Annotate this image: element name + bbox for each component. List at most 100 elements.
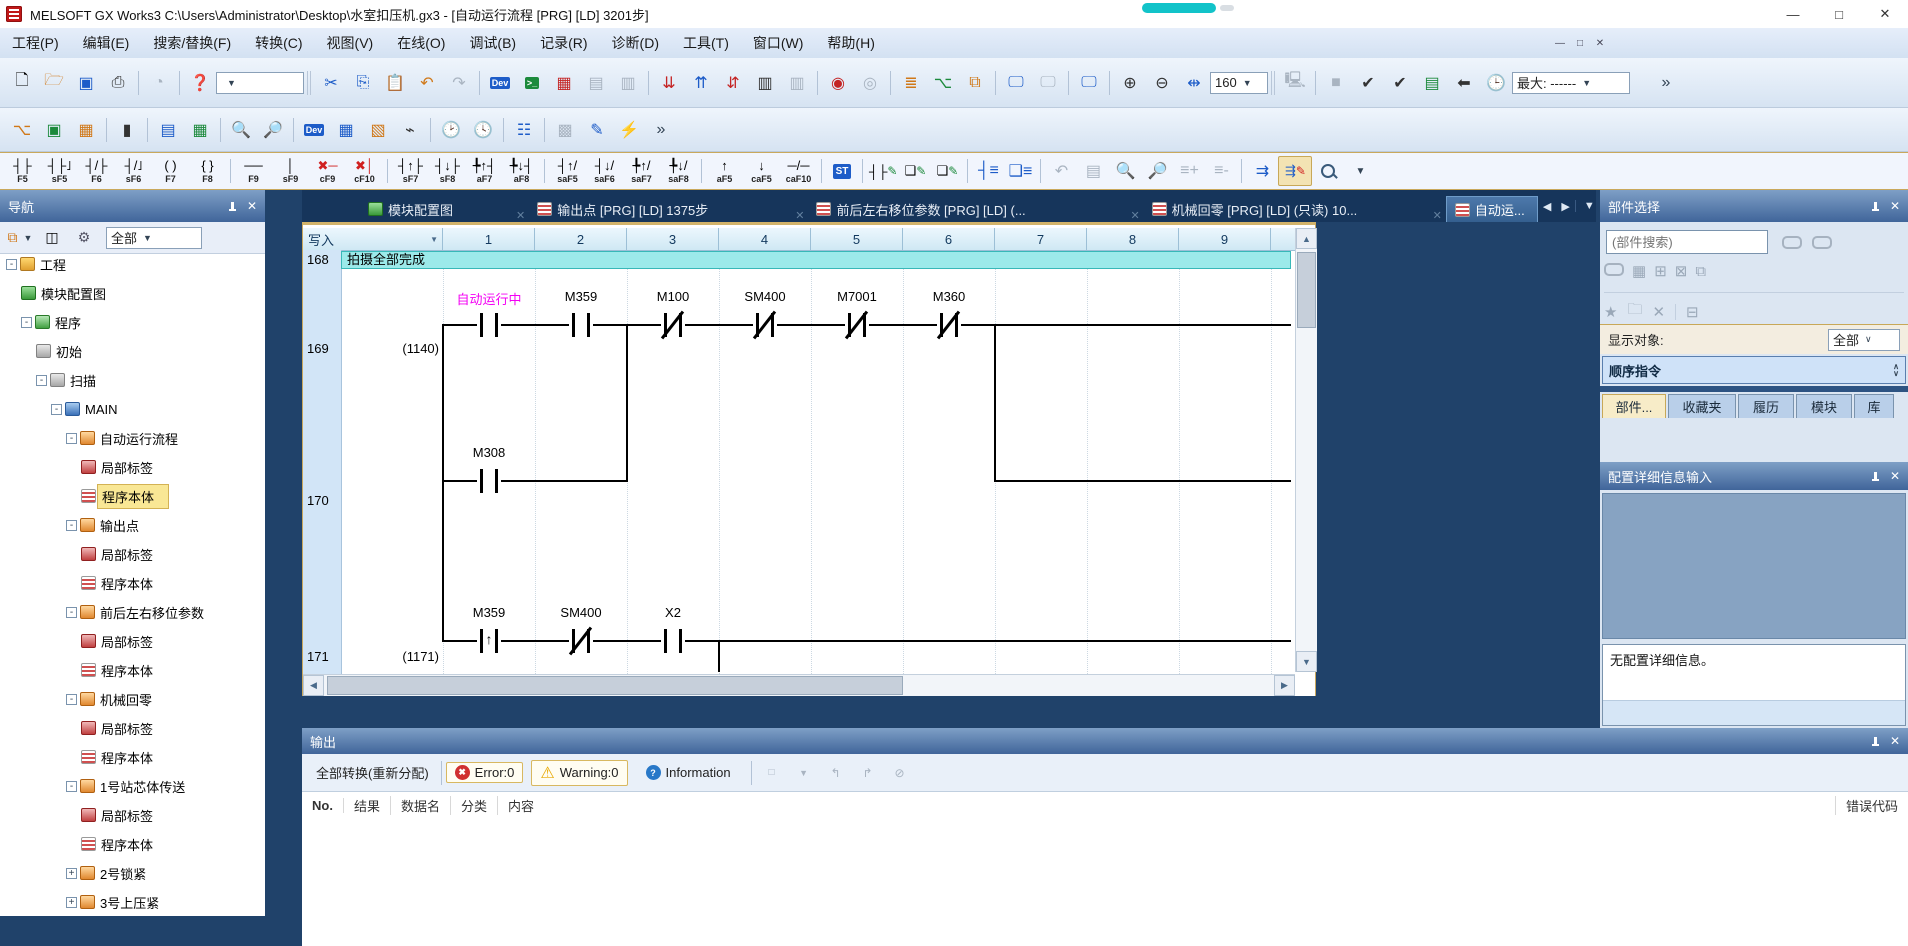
open-project-icon[interactable]: 🗁 xyxy=(38,69,70,97)
contact-label[interactable]: M100 xyxy=(657,289,690,304)
close-branch-button[interactable]: ┤/˩sF6 xyxy=(115,154,152,188)
check-parameter-icon[interactable]: ✔ xyxy=(1384,69,1416,97)
tab-output-point[interactable]: 输出点 [PRG] [LD] 1375步 xyxy=(529,196,791,222)
window-cascade-icon[interactable]: ⧉ xyxy=(959,69,991,97)
expand-toggle[interactable]: - xyxy=(66,781,77,792)
max-step-combo[interactable]: 最大: ------ ▼ xyxy=(1512,72,1630,94)
save-project-icon[interactable]: ▣ xyxy=(70,69,102,97)
contact-label[interactable]: M308 xyxy=(473,445,506,460)
instruction-category-row[interactable]: 顺序指令 ∧∨ xyxy=(1602,356,1906,384)
hex-edit-icon[interactable]: ▦ xyxy=(70,116,102,144)
pulse-not-up-branch-button[interactable]: ╄↑/saF7 xyxy=(623,154,660,188)
expand-toggle[interactable]: - xyxy=(36,375,47,386)
expand-toggle[interactable]: - xyxy=(6,259,17,270)
contact-label[interactable]: M359 xyxy=(473,605,506,620)
menu-project[interactable]: 工程(P) xyxy=(0,28,71,58)
nc-contact[interactable] xyxy=(569,627,593,655)
tab-close-icon[interactable]: ✕ xyxy=(1130,209,1139,222)
no-contact[interactable] xyxy=(477,467,501,495)
zoom-out-icon[interactable]: ⊖ xyxy=(1146,69,1178,97)
contact-label[interactable]: X2 xyxy=(665,605,681,620)
tab-history[interactable]: 履历 xyxy=(1738,394,1794,418)
monitor-stop-icon[interactable]: ◎ xyxy=(854,69,886,97)
clear-output-icon[interactable]: ⊘ xyxy=(884,759,916,787)
folder-icon[interactable]: 🗀 xyxy=(1627,299,1642,324)
delete-icon[interactable]: ✕ xyxy=(1652,303,1665,321)
find-replace-icon[interactable]: 🔎 xyxy=(257,116,289,144)
offline-icon[interactable]: ▩ xyxy=(549,116,581,144)
pulse-not-up-button[interactable]: ┤↑/saF5 xyxy=(549,154,586,188)
statement-list-icon[interactable]: ❑≡ xyxy=(1004,157,1036,185)
vertical-scrollbar[interactable]: ▲ ▼ xyxy=(1295,228,1317,672)
scroll-right-icon[interactable]: ▶ xyxy=(1274,675,1295,696)
find-prev-icon[interactable] xyxy=(1812,236,1832,254)
contact-label[interactable]: M7001 xyxy=(837,289,877,304)
close-icon[interactable]: ✕ xyxy=(1890,734,1900,748)
find-icon[interactable] xyxy=(1604,263,1624,280)
tab-close-icon[interactable]: ✕ xyxy=(516,209,525,222)
ladder-toolbar-overflow-icon[interactable]: ▼ xyxy=(1344,157,1376,185)
tree-item[interactable]: -扫描 xyxy=(36,367,96,393)
invert-result-button[interactable]: ─/─caF10 xyxy=(780,154,817,188)
delete-vline-button[interactable]: ✖│cF10 xyxy=(346,154,383,188)
previous-message-icon[interactable]: ↰ xyxy=(820,759,852,787)
gear-icon[interactable]: ⚙ xyxy=(68,226,100,250)
menu-record[interactable]: 记录(R) xyxy=(528,28,599,58)
menu-help[interactable]: 帮助(H) xyxy=(815,28,886,58)
sort-filter-icon[interactable]: ⊟ xyxy=(1686,303,1699,321)
collapse-all-icon[interactable]: ◫ xyxy=(36,226,68,250)
close-icon[interactable]: ✕ xyxy=(1890,469,1900,483)
scroll-left-icon[interactable]: ◀ xyxy=(303,675,324,696)
col-error-code[interactable]: 错误代码 xyxy=(1835,796,1908,815)
new-project-icon[interactable]: 🗋 xyxy=(6,69,38,97)
expand-toggle[interactable]: + xyxy=(66,897,77,908)
tab-scroll-right-icon[interactable]: ▶ xyxy=(1556,200,1574,213)
menu-diagnostics[interactable]: 诊断(D) xyxy=(600,28,671,58)
mdi-close-button[interactable]: ✕ xyxy=(1592,35,1608,51)
checklist-icon[interactable]: ☷ xyxy=(508,116,540,144)
find-next-icon[interactable] xyxy=(1782,236,1802,254)
note-list-icon[interactable]: ┤≡ xyxy=(972,157,1004,185)
tree-item[interactable]: 局部标签 xyxy=(81,454,153,480)
inline-st-icon[interactable]: ST xyxy=(826,157,858,185)
application-instruction-button[interactable]: { }F8 xyxy=(189,154,226,188)
tree-item[interactable]: +2号锁紧 xyxy=(66,860,146,886)
hex-display-icon[interactable]: ▦ xyxy=(548,69,580,97)
remove-device-icon[interactable]: ⊠ xyxy=(1675,262,1688,280)
module-list-icon[interactable]: ▥ xyxy=(612,69,644,97)
view-selector-combo[interactable]: ▼ xyxy=(216,72,304,94)
tree-item[interactable]: 局部标签 xyxy=(81,802,153,828)
menu-search-replace[interactable]: 搜索/替换(F) xyxy=(141,28,243,58)
tree-item[interactable]: -MAIN xyxy=(51,396,118,422)
toolbar2-overflow-icon[interactable]: » xyxy=(645,116,677,144)
device-assign-icon[interactable]: ⌁ xyxy=(394,116,426,144)
find-icon[interactable]: 🔍 xyxy=(225,116,257,144)
tree-item[interactable]: 程序本体 xyxy=(81,657,153,683)
output-message-list[interactable] xyxy=(302,818,1908,946)
tree-item[interactable]: 初始 xyxy=(36,338,82,364)
toolbar-overflow-icon[interactable]: » xyxy=(1650,69,1682,97)
mdi-minimize-button[interactable]: — xyxy=(1552,35,1568,51)
maximize-button[interactable]: □ xyxy=(1816,1,1862,28)
expand-toggle[interactable]: - xyxy=(66,433,77,444)
zoom-level-combo[interactable]: 160 ▼ xyxy=(1210,72,1268,94)
no-contact[interactable] xyxy=(661,627,685,655)
tab-parts[interactable]: 部件... xyxy=(1602,394,1666,418)
menu-edit[interactable]: 编辑(E) xyxy=(71,28,142,58)
open-contact-button[interactable]: ┤├F5 xyxy=(4,154,41,188)
remote-operation-icon[interactable]: ▥ xyxy=(749,69,781,97)
menu-window[interactable]: 窗口(W) xyxy=(741,28,816,58)
paste-icon[interactable]: 📋 xyxy=(379,69,411,97)
copy-icon[interactable]: ⎘ xyxy=(347,69,379,97)
help-icon[interactable]: ❓ xyxy=(184,69,216,97)
device-comment-edit-icon[interactable]: ❑✎ xyxy=(899,157,931,185)
watch2-icon[interactable]: 🕓 xyxy=(467,116,499,144)
tree-item[interactable]: -机械回零 xyxy=(66,686,152,712)
next-message-icon[interactable]: ↱ xyxy=(852,759,884,787)
tree-item[interactable]: -自动运行流程 xyxy=(66,425,178,451)
tree-display-icon[interactable]: ⧉▼ xyxy=(4,226,36,250)
contact-label[interactable]: M359 xyxy=(565,289,598,304)
edit-mode-icon[interactable]: ⇶✎ xyxy=(1278,156,1312,186)
wire-trace-icon[interactable]: ⇉ xyxy=(1246,157,1278,185)
col-category[interactable]: 分类 xyxy=(451,796,498,815)
